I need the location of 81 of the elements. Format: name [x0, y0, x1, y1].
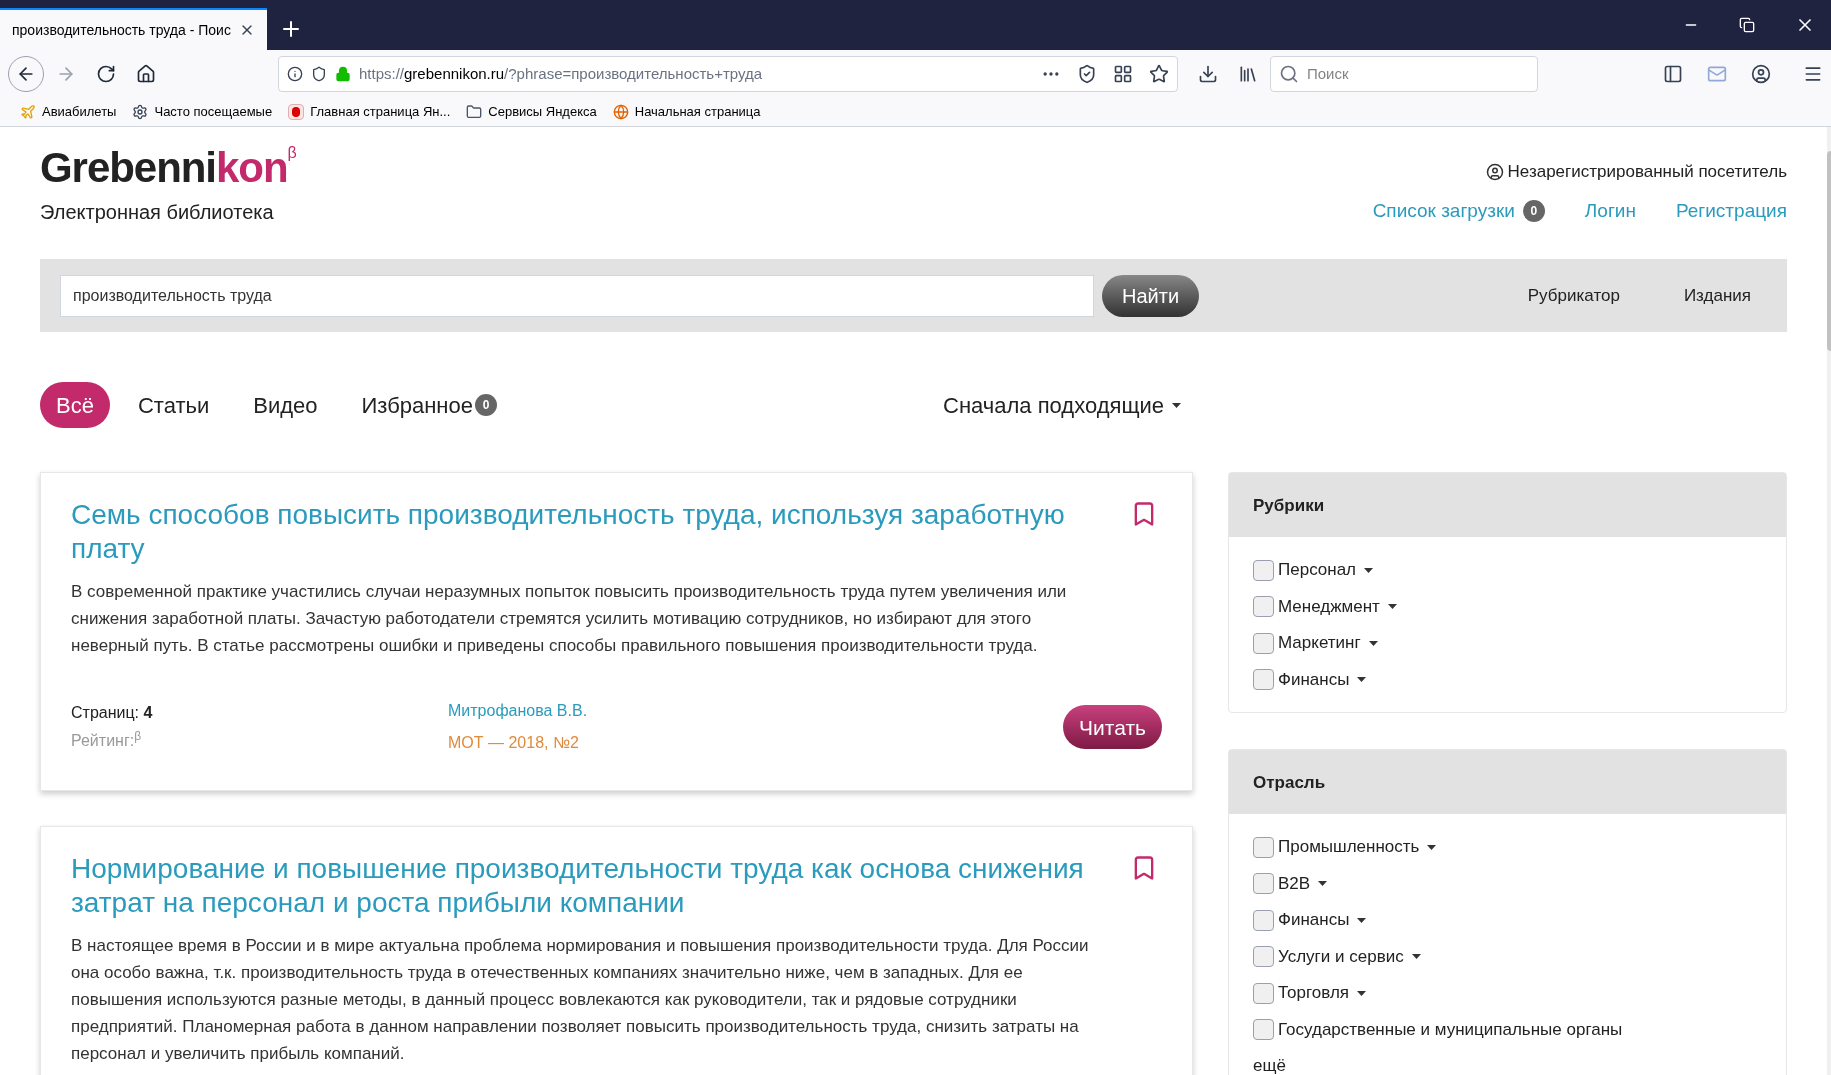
article-abstract: В настоящее время в России и в мире актуальна проблема нормирования и повышения производительности труда. Для России она особо важна, т.к. производительность труда в отечественных компаниях значительно ниже, чем в западных. Для ее повышения используются разные методы, в данный процесс вовлекаются как руководители, так и рядовые сотрудники предприятий. Планомерная работа в данном направлении позволяет повысить производительность труда, снизить затраты на персонал и увеличить прибыль компаний.	[71, 935, 1090, 1066]
caret-icon[interactable]	[1357, 990, 1366, 996]
library-icon[interactable]	[1238, 64, 1258, 84]
folder-icon	[466, 104, 483, 120]
home-icon[interactable]	[136, 64, 156, 84]
globe-icon	[612, 104, 629, 120]
filter-tab[interactable]: Избранное 0	[345, 382, 513, 429]
menu-icon[interactable]	[1803, 64, 1823, 84]
star-icon[interactable]	[1149, 64, 1169, 84]
page-count: Страниц: 4	[71, 703, 154, 724]
filter-tab[interactable]: Всё	[40, 382, 110, 429]
browser-tab[interactable]: производительность труда - Поис	[0, 8, 267, 50]
filter-option[interactable]: Маркетинг	[1278, 630, 1361, 656]
grid-icon[interactable]	[1113, 64, 1133, 84]
filter-tab[interactable]: Видео	[237, 382, 334, 429]
site-subtitle: Электронная библиотека	[40, 200, 275, 226]
caret-icon	[1172, 402, 1182, 408]
search-icon	[1279, 64, 1299, 84]
caret-icon[interactable]	[1427, 844, 1437, 850]
rating-label: Рейтинг:$^{β}$	[71, 729, 143, 752]
address-bar[interactable]: https://grebennikon.ru/?phrase=производительность+труда	[278, 56, 1178, 92]
bookmark-item[interactable]: Главная страница Ян...	[288, 102, 451, 122]
plane-icon	[20, 104, 36, 120]
caret-icon[interactable]	[1357, 677, 1367, 683]
url-text: https://grebennikon.ru/?phrase=производительность+труда	[359, 63, 763, 84]
filter-option[interactable]: Торговля	[1278, 980, 1349, 1006]
tab-title: производительность труда - Поис	[12, 20, 231, 40]
restore-icon[interactable]	[1739, 17, 1755, 33]
article-abstract: В современной практике участились случаи неразумных попыток повысить производительность труда путем увеличения или снижения заработной платы. Зачастую работодатели стремятся усилить мотивацию сотрудников, но избирают для этого неверный путь. В статье рассмотрены ошибки и приведены способы правильного повышения производительности труда.	[71, 581, 1068, 658]
user-icon	[1485, 162, 1504, 181]
sort-dropdown[interactable]: Сначала подходящие	[943, 388, 1182, 422]
filter-option[interactable]: Финансы	[1278, 666, 1350, 693]
bookmark-item[interactable]: Часто посещаемые	[132, 102, 273, 122]
bookmark-item[interactable]: Сервисы Яндекса	[466, 102, 597, 122]
bookmark-item[interactable]: Начальная страница	[612, 102, 761, 122]
checkbox[interactable]	[1253, 559, 1274, 581]
filter-option[interactable]: Финансы	[1278, 907, 1350, 933]
account-icon[interactable]	[1751, 64, 1771, 84]
yandex-icon	[288, 104, 305, 120]
more-link[interactable]: ещё	[1253, 1053, 1762, 1075]
panel-title: Рубрики	[1253, 494, 1325, 517]
checkbox[interactable]	[1253, 909, 1274, 931]
download-list-link[interactable]: Список загрузки 0	[1372, 196, 1545, 225]
caret-icon[interactable]	[1387, 604, 1397, 610]
checkbox[interactable]	[1253, 632, 1274, 654]
filter-option[interactable]: Менеджмент	[1278, 593, 1380, 620]
caret-icon[interactable]	[1411, 954, 1421, 960]
lock-icon	[335, 66, 351, 82]
search-button[interactable]: Найти	[1102, 274, 1200, 317]
filter-option[interactable]: B2B	[1278, 870, 1311, 897]
filter-tab[interactable]: Статьи	[121, 382, 226, 429]
checkbox[interactable]	[1253, 946, 1274, 968]
checkbox[interactable]	[1253, 982, 1274, 1004]
user-status: Незарегистрированный посетитель	[1507, 161, 1787, 183]
checkbox[interactable]	[1253, 836, 1274, 858]
filter-option[interactable]: Персонал	[1278, 557, 1357, 583]
bookmark-item[interactable]: Авиабилеты	[20, 102, 117, 122]
search-field[interactable]: Поиск	[1270, 56, 1538, 92]
checkbox[interactable]	[1253, 1019, 1274, 1041]
nav-link[interactable]: Рубрикатор	[1527, 283, 1620, 309]
caret-icon[interactable]	[1364, 567, 1374, 573]
checkbox[interactable]	[1253, 596, 1274, 618]
caret-icon[interactable]	[1357, 917, 1367, 923]
search-input[interactable]: производительность труда	[60, 274, 1094, 317]
checkbox[interactable]	[1253, 873, 1274, 895]
info-icon	[287, 66, 303, 82]
gear-icon	[132, 104, 149, 120]
caret-icon[interactable]	[1318, 881, 1328, 887]
filter-option[interactable]: Государственные и муниципальные органы	[1278, 1016, 1623, 1043]
shield-icon	[311, 66, 327, 82]
caret-icon[interactable]	[1368, 640, 1378, 646]
sidebar-icon[interactable]	[1663, 64, 1683, 84]
filter-option[interactable]: Промышленность	[1278, 834, 1420, 860]
filter-option[interactable]: Услуги и сервис	[1278, 943, 1404, 970]
download-icon[interactable]	[1198, 64, 1218, 84]
nav-link[interactable]: Издания	[1683, 283, 1751, 309]
search-input[interactable]: Поиск	[1307, 62, 1507, 86]
read-button[interactable]: Читать	[1063, 705, 1162, 750]
checkbox[interactable]	[1253, 669, 1274, 691]
panel-title: Отрасль	[1253, 771, 1326, 794]
reload-icon[interactable]	[96, 64, 116, 84]
